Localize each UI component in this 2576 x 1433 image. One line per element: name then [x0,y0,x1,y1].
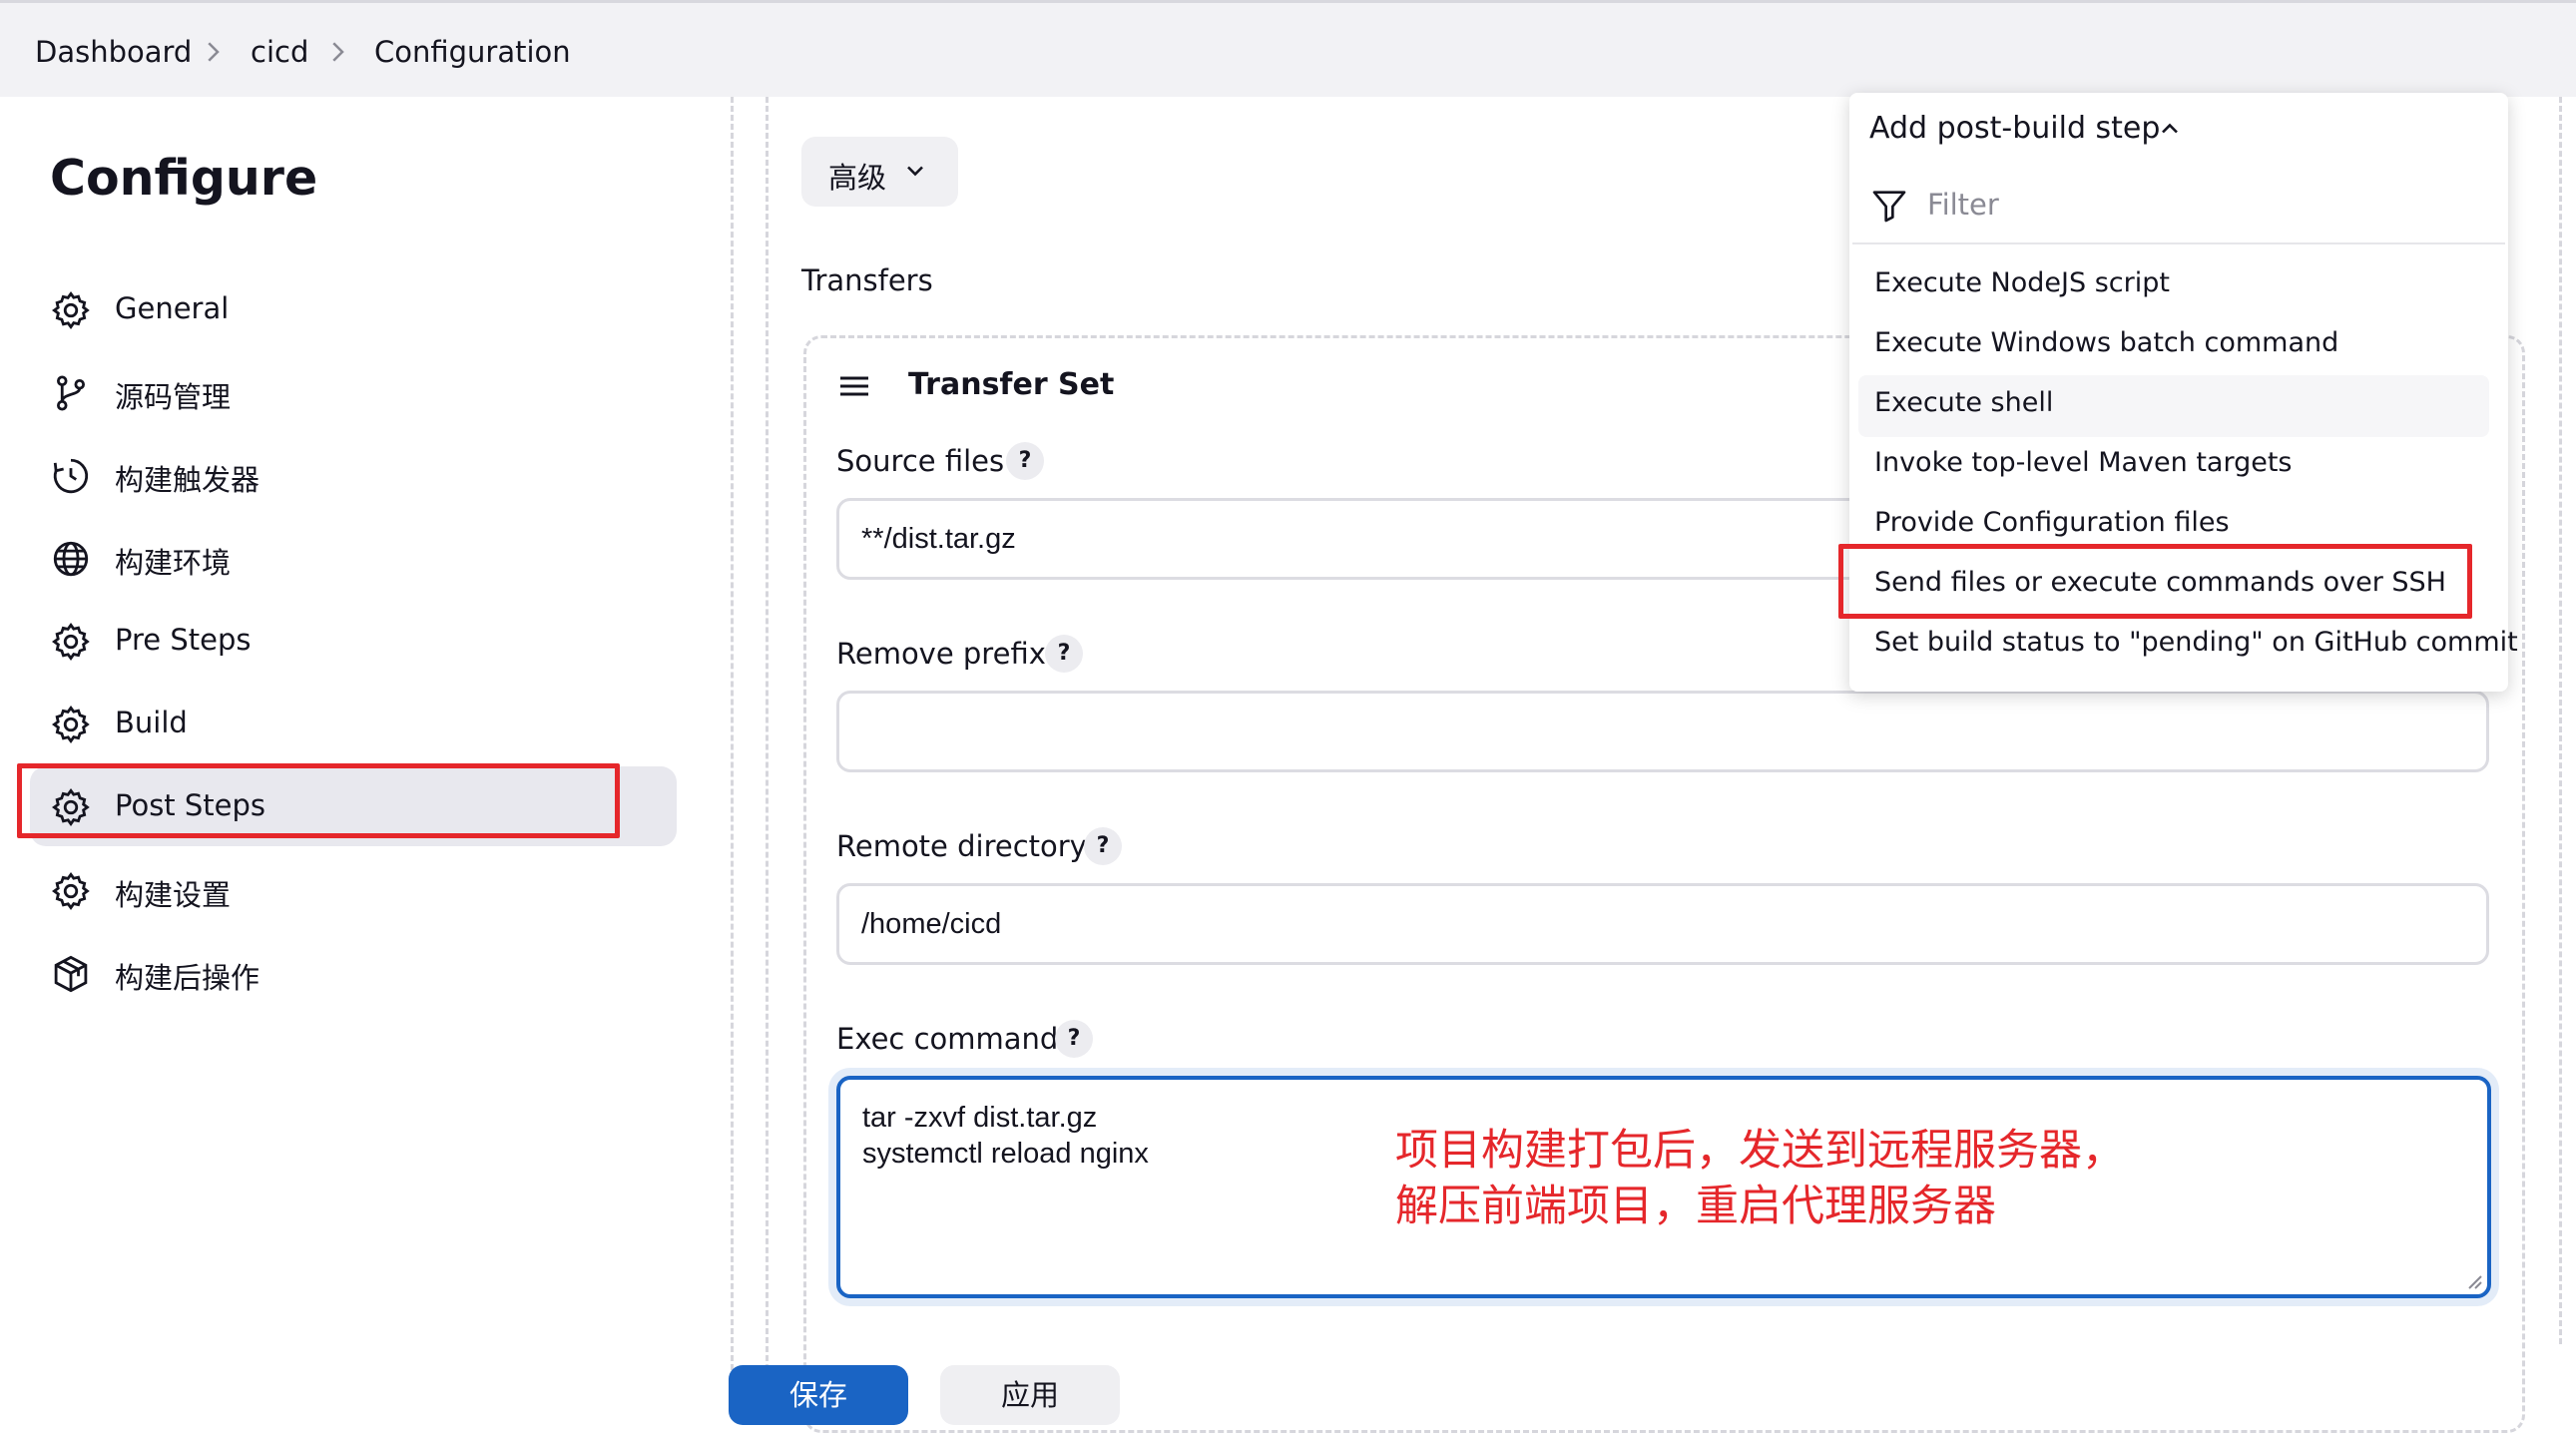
filter-placeholder: Filter [1927,188,1999,222]
sidebar-item-label: General [115,291,230,325]
help-icon[interactable]: ? [1006,442,1044,480]
breadcrumb: Dashboard cicd Configuration [0,0,2576,97]
help-icon[interactable]: ? [1045,635,1083,673]
apply-button[interactable]: 应用 [940,1365,1120,1425]
chevron-up-icon [2156,115,2184,143]
menu-item-execute-shell[interactable]: Execute shell [1874,387,2053,418]
filter-input[interactable]: Filter [1869,178,2488,238]
highlight-box [17,763,620,838]
menu-item-invoke-maven[interactable]: Invoke top-level Maven targets [1874,447,2293,478]
transfer-set-title: Transfer Set [908,367,1115,402]
menu-item-execute-windows-batch[interactable]: Execute Windows batch command [1874,327,2338,358]
advanced-button[interactable]: 高级 [801,137,958,207]
add-post-build-step-button[interactable]: Add post-build step [1849,93,2209,165]
gear-icon [50,621,92,663]
gear-icon [50,704,92,745]
highlight-box [1838,544,2472,619]
help-icon[interactable]: ? [1055,1020,1093,1058]
remote-directory-input[interactable]: /home/cicd [836,883,2489,965]
sidebar-item-label: 构建后操作 [115,961,260,995]
drag-handle-icon[interactable] [836,371,872,401]
sidebar-item-label: 源码管理 [115,380,232,414]
sidebar-item-build-settings[interactable]: 构建设置 [30,850,677,930]
sidebar-item-post-build-actions[interactable]: 构建后操作 [30,933,677,1013]
annotation-text: 项目构建打包后，发送到远程服务器， [1395,1126,2125,1176]
sidebar-item-label: Build [115,706,188,739]
sidebar-item-general[interactable]: General [30,269,677,349]
annotation-text: 解压前端项目，重启代理服务器 [1395,1182,1996,1231]
filter-icon [1869,186,1909,226]
save-button[interactable]: 保存 [729,1365,908,1425]
menu-item-set-build-status[interactable]: Set build status to "pending" on GitHub … [1874,627,2518,658]
breadcrumb-dashboard[interactable]: Dashboard [35,35,192,69]
breadcrumb-cicd[interactable]: cicd [251,35,308,69]
sidebar-item-label: 构建设置 [115,878,232,912]
help-icon[interactable]: ? [1084,827,1122,865]
chevron-right-icon [198,37,228,67]
sidebar-item-label: 构建环境 [115,546,232,580]
source-files-label: Source files [836,444,1005,478]
sidebar-item-label: Pre Steps [115,623,252,657]
sidebar-item-build[interactable]: Build [30,684,677,763]
sidebar-item-build-triggers[interactable]: 构建触发器 [30,435,677,515]
resize-grip-icon[interactable] [2463,1270,2483,1290]
page-title: Configure [50,150,318,207]
menu-item-provide-config-files[interactable]: Provide Configuration files [1874,507,2230,538]
chevron-right-icon [322,37,352,67]
menu-item-execute-nodejs[interactable]: Execute NodeJS script [1874,267,2170,298]
sidebar-item-source-code[interactable]: 源码管理 [30,352,677,432]
sidebar-item-pre-steps[interactable]: Pre Steps [30,601,677,681]
divider [731,97,734,1406]
exec-command-line: systemctl reload nginx [862,1138,1149,1170]
git-branch-icon [50,372,92,414]
gear-icon [50,289,92,331]
exec-command-label: Exec command [836,1022,1059,1056]
add-post-build-step-label: Add post-build step [1869,111,2161,146]
divider [2559,97,2562,1344]
sidebar-item-label: 构建触发器 [115,463,260,497]
gear-icon [50,870,92,912]
remove-prefix-label: Remove prefix [836,637,1046,671]
cube-icon [50,953,92,995]
exec-command-line: tar -zxvf dist.tar.gz [862,1102,1098,1134]
globe-icon [50,538,92,580]
remove-prefix-input[interactable] [836,691,2489,772]
breadcrumb-configuration[interactable]: Configuration [374,35,571,69]
clock-icon [50,455,92,497]
remote-directory-label: Remote directory [836,829,1087,863]
chevron-down-icon [901,157,929,185]
sidebar-item-build-environment[interactable]: 构建环境 [30,518,677,598]
divider [766,97,769,1406]
advanced-label: 高级 [828,161,887,195]
transfers-label: Transfers [801,263,933,297]
divider [1852,242,2505,244]
